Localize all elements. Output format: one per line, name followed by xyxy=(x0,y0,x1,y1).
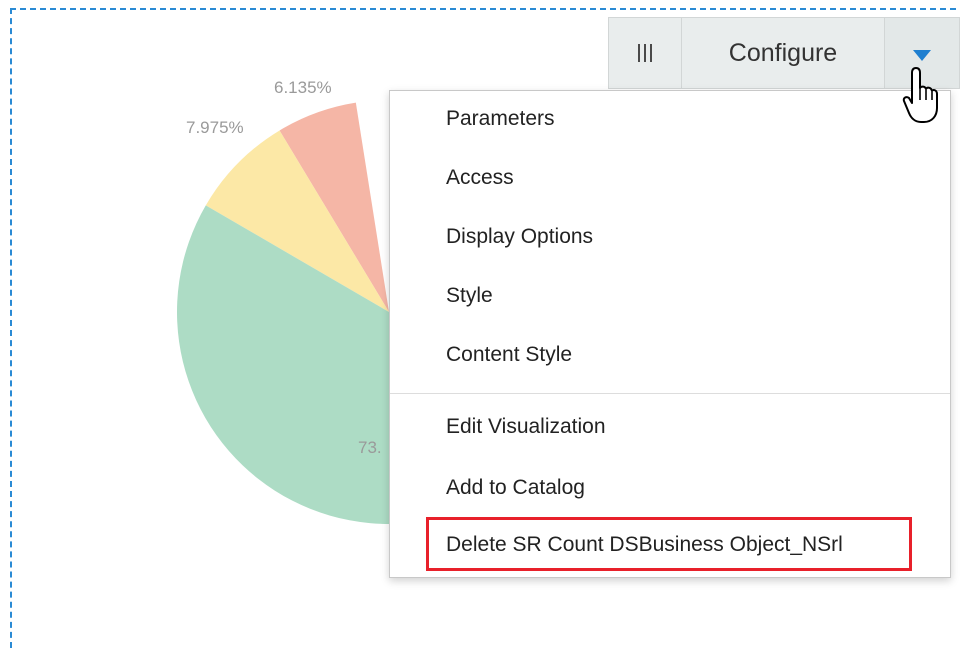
hand-cursor-icon xyxy=(902,67,938,123)
menu-item-access[interactable]: Access xyxy=(446,166,514,190)
menu-item-delete[interactable]: Delete SR Count DSBusiness Object_NSrl xyxy=(446,533,843,557)
pie-data-label: 7.975% xyxy=(186,118,244,137)
menu-item-edit-visualization[interactable]: Edit Visualization xyxy=(446,415,606,439)
menu-item-parameters[interactable]: Parameters xyxy=(446,107,555,131)
menu-item-content-style[interactable]: Content Style xyxy=(446,343,572,367)
menu-item-style[interactable]: Style xyxy=(446,284,493,308)
menu-item-add-to-catalog[interactable]: Add to Catalog xyxy=(446,476,585,500)
configure-menu: Parameters Access Display Options Style … xyxy=(389,90,951,578)
menu-item-display-options[interactable]: Display Options xyxy=(446,225,593,249)
configure-button[interactable]: Configure xyxy=(682,18,885,88)
pie-data-label: 73. xyxy=(358,438,382,457)
menu-divider xyxy=(390,393,950,394)
pie-data-label: 6.135% xyxy=(274,78,332,97)
caret-down-icon xyxy=(913,49,931,61)
column-grip-icon[interactable] xyxy=(609,18,682,88)
